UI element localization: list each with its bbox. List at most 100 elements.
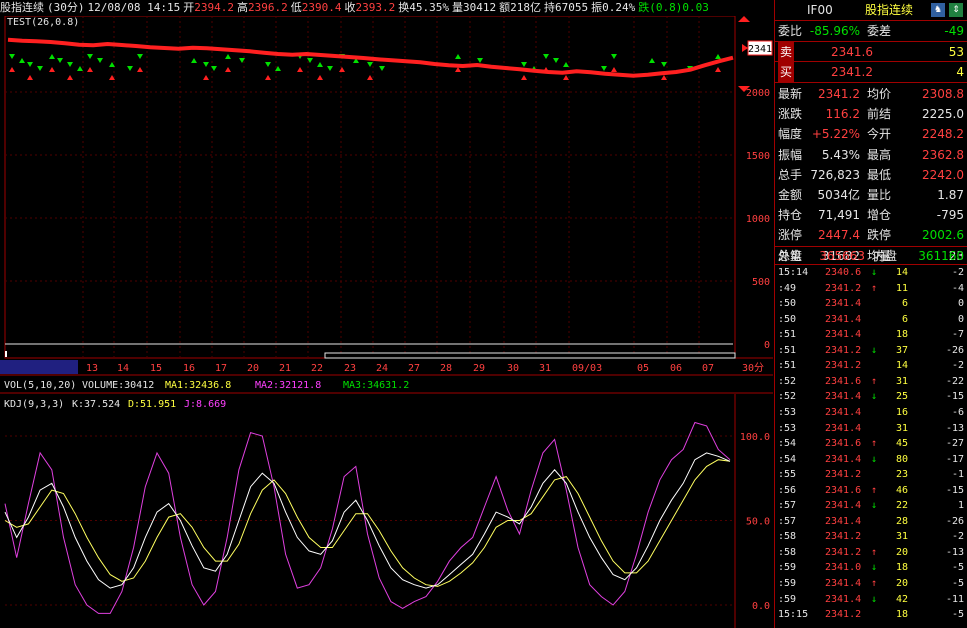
ma3-label: MA3:34631.2 xyxy=(343,380,409,391)
sell-signal-icon xyxy=(379,66,385,71)
stat-value: +5.22% xyxy=(811,127,860,142)
tick-price: 2341.2 xyxy=(825,344,862,356)
sell-volume: 53 xyxy=(948,45,964,59)
stat-label: 量比 xyxy=(867,188,892,202)
open-value: 2394.2 xyxy=(194,1,234,14)
kdj-axis-label: 100.0 xyxy=(740,432,770,443)
signal-marker-icon xyxy=(297,67,303,72)
tick-volume: 16 xyxy=(895,406,908,418)
low-label: 低 xyxy=(290,1,302,14)
tick-delta: 0 xyxy=(957,313,964,325)
tick-time: :55 xyxy=(778,469,797,481)
stat-label: 金额 xyxy=(778,188,803,202)
tick-row[interactable]: :54 2341.6 ↑ 45 -27 xyxy=(775,436,967,452)
outer-inner-row: 外盘 365663 内盘 361160 xyxy=(775,246,967,266)
tick-delta: -27 xyxy=(945,438,964,450)
tick-delta: -15 xyxy=(945,484,964,496)
tick-volume: 6 xyxy=(901,313,908,325)
tick-volume: 42 xyxy=(895,593,908,605)
period: (30分) xyxy=(47,1,85,14)
change-value: (0.8) xyxy=(649,1,683,14)
stat-label: 振幅 xyxy=(778,147,803,162)
tick-price: 2341.6 xyxy=(825,375,862,387)
signal-marker-icon xyxy=(563,75,569,80)
signal-marker-icon xyxy=(27,75,33,80)
expand-icon[interactable]: ⇕ xyxy=(949,3,963,17)
tick-delta: -26 xyxy=(945,515,964,527)
tick-time: :52 xyxy=(778,391,797,403)
high-value: 2396.2 xyxy=(247,1,288,14)
tick-time: :52 xyxy=(778,375,797,387)
price-axis-label: 500 xyxy=(752,277,770,288)
tick-row[interactable]: :58 2341.2 ↑ 20 -13 xyxy=(775,545,967,561)
date-axis-label: 20 xyxy=(247,363,259,374)
tick-volume: 46 xyxy=(895,484,908,496)
sell-signal-icon xyxy=(521,62,527,67)
sell-signal-icon xyxy=(211,66,217,71)
tick-price: 2341.4 xyxy=(825,391,862,403)
tick-row[interactable]: :57 2341.4 ↓ 22 1 xyxy=(775,498,967,514)
date-axis-label: 09/03 xyxy=(572,363,602,374)
tick-row[interactable]: :53 2341.4 16 -6 xyxy=(775,405,967,421)
tick-price: 2341.2 xyxy=(825,609,862,621)
tick-time: :51 xyxy=(778,329,797,341)
tick-delta: -2 xyxy=(951,267,964,278)
tick-row[interactable]: :51 2341.2 14 -2 xyxy=(775,358,967,374)
buy-row[interactable]: 买 2341.2 4 xyxy=(775,62,967,82)
tick-time: :51 xyxy=(778,344,797,356)
tick-row[interactable]: :59 2341.0 ↓ 18 -5 xyxy=(775,560,967,576)
stat-label: 今开 xyxy=(867,127,892,142)
change-label: 跌 xyxy=(638,1,650,14)
scroll-bar[interactable] xyxy=(324,352,736,359)
stat-value: 2248.2 xyxy=(922,127,964,142)
tick-row[interactable]: :52 2341.4 ↓ 25 -15 xyxy=(775,389,967,405)
tick-time: :49 xyxy=(778,282,797,294)
tick-time: :59 xyxy=(778,593,797,605)
signal-marker-icon xyxy=(225,67,231,72)
tick-row[interactable]: :55 2341.2 23 -1 xyxy=(775,467,967,483)
tick-row[interactable]: :59 2341.4 ↑ 20 -5 xyxy=(775,576,967,592)
tick-time: 15:14 xyxy=(778,267,809,278)
tick-price: 2341.2 xyxy=(825,360,862,372)
scroll-up-icon[interactable] xyxy=(738,16,750,22)
price-chart[interactable]: 2000150010005000 08/08 14:15131415161720… xyxy=(0,16,773,376)
tick-row[interactable]: :51 2341.2 ↓ 37 -26 xyxy=(775,343,967,359)
date-axis-label: 28 xyxy=(440,363,452,374)
tick-row[interactable]: :59 2341.4 ↓ 42 -11 xyxy=(775,592,967,608)
tick-volume: 45 xyxy=(895,438,908,450)
stat-row: 金额 5034亿 量比 1.87 xyxy=(775,185,967,205)
date-axis-label: 05 xyxy=(637,363,649,374)
hold-value: 67055 xyxy=(554,1,589,14)
tick-row[interactable]: :57 2341.4 28 -26 xyxy=(775,514,967,530)
amount-value: 218亿 xyxy=(510,1,541,14)
stat-label: 持仓 xyxy=(778,208,803,223)
panel-symbol: IF00 xyxy=(807,3,833,17)
tick-row[interactable]: :56 2341.6 ↑ 46 -15 xyxy=(775,483,967,499)
tick-row[interactable]: :53 2341.4 31 -13 xyxy=(775,421,967,437)
stat-value: 2225.0 xyxy=(922,107,964,122)
tick-price: 2341.6 xyxy=(825,484,862,496)
tick-row[interactable]: :51 2341.4 18 -7 xyxy=(775,327,967,343)
close-value: 2393.2 xyxy=(355,1,396,14)
buy-volume: 4 xyxy=(956,65,964,79)
tick-row[interactable]: :52 2341.6 ↑ 31 -22 xyxy=(775,374,967,390)
stat-label: 增仓 xyxy=(867,208,892,223)
tick-row[interactable]: :50 2341.4 6 0 xyxy=(775,296,967,312)
indicator-panel[interactable]: VOL(5,10,20) VOLUME:30412 MA1:32436.8 MA… xyxy=(0,376,773,628)
tick-row[interactable]: 15:15 2341.2 18 -5 xyxy=(775,607,967,623)
buy-signal-icon xyxy=(191,58,197,63)
chart-info-bar: 股指连续 (30分) 12/08/08 14:15 开2394.2 高2396.2 低23… xyxy=(0,0,773,16)
date-axis-label: 16 xyxy=(183,363,195,374)
tick-row[interactable]: 15:14 2340.6 ↓ 14 -2 xyxy=(775,265,967,281)
sell-row[interactable]: 卖 2341.6 53 xyxy=(775,42,967,62)
tick-row[interactable]: :54 2341.4 ↓ 80 -17 xyxy=(775,452,967,468)
tick-row[interactable]: :50 2341.4 6 0 xyxy=(775,312,967,328)
tick-price: 2341.4 xyxy=(825,422,862,434)
tick-row[interactable]: :49 2341.2 ↑ 11 -4 xyxy=(775,281,967,297)
tick-delta: -11 xyxy=(945,593,964,605)
toggle-panel-icon[interactable]: ♞ xyxy=(931,3,945,17)
d-label: D:51.951 xyxy=(128,399,176,410)
up-arrow-icon: ↑ xyxy=(871,282,878,294)
tick-row[interactable]: :58 2341.2 31 -2 xyxy=(775,529,967,545)
tick-time: :51 xyxy=(778,360,797,372)
